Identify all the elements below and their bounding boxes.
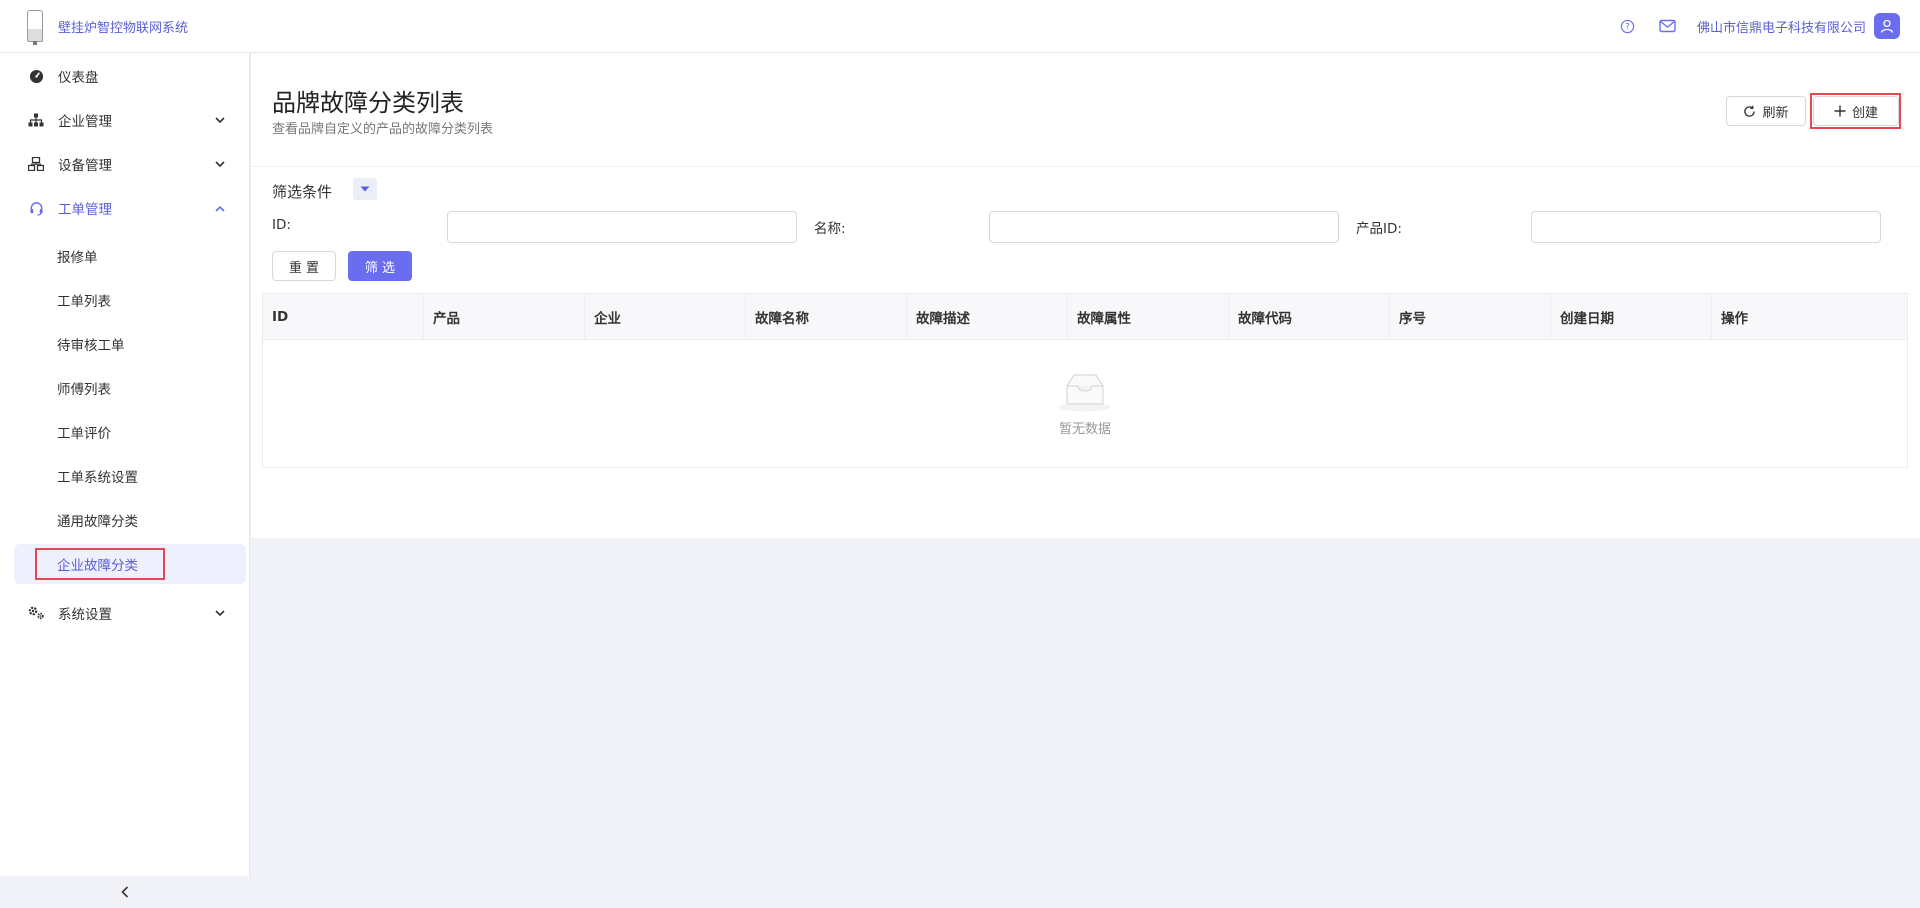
chevron-down-icon [212, 112, 228, 128]
reset-label: 重 置 [288, 260, 320, 276]
plus-icon [1834, 105, 1846, 117]
caret-down-icon [360, 186, 370, 192]
boiler-logo-icon [27, 10, 43, 45]
sidebar-subitem-technicians[interactable]: 师傅列表 [14, 368, 246, 408]
logo [20, 9, 50, 45]
filter-product-id-input[interactable] [1531, 211, 1881, 243]
empty-text: 暂无数据 [1058, 421, 1111, 437]
sidebar-subitem-label: 工单列表 [57, 294, 111, 310]
sidebar-item-label: 工单管理 [58, 202, 112, 218]
column-header-actions: 操作 [1721, 311, 1748, 327]
svg-text:?: ? [1626, 21, 1630, 31]
filter-toggle-button[interactable] [353, 178, 377, 200]
sidebar-item-dashboard[interactable]: 仪表盘 [0, 56, 250, 96]
sidebar-item-workorders[interactable]: 工单管理 [0, 188, 250, 228]
chevron-up-icon [212, 200, 228, 216]
sidebar-subitem-workorder-list[interactable]: 工单列表 [14, 280, 246, 320]
table-empty-state: 暂无数据 [263, 340, 1907, 468]
sidebar-subitem-reviews[interactable]: 工单评价 [14, 412, 246, 452]
top-header: 壁挂炉智控物联网系统 ? 佛山市信鼎电子科技有限公司 [0, 0, 1920, 53]
help-icon[interactable]: ? [1617, 15, 1639, 37]
dashboard-icon [27, 67, 45, 85]
settings-icon [27, 604, 45, 622]
user-avatar[interactable] [1874, 13, 1900, 39]
table-header: ID 产品 企业 故障名称 故障描述 故障属性 故障代码 序号 创建日期 操作 [263, 294, 1907, 340]
sidebar-subitem-workorder-settings[interactable]: 工单系统设置 [14, 456, 246, 496]
sidebar-subitem-label: 待审核工单 [57, 338, 125, 354]
refresh-label: 刷新 [1762, 105, 1789, 121]
sidebar-item-label: 仪表盘 [58, 70, 99, 86]
user-icon [1880, 19, 1894, 33]
sidebar-subitem-label: 企业故障分类 [57, 558, 138, 574]
column-header-product[interactable]: 产品 [424, 294, 585, 340]
chevron-down-icon [212, 156, 228, 172]
page-title: 品牌故障分类列表 [272, 89, 464, 117]
sidebar-subitem-label: 工单评价 [57, 426, 111, 442]
column-header-created-date[interactable]: 创建日期 [1551, 294, 1712, 340]
divider [251, 166, 1920, 167]
sidebar-subitem-label: 工单系统设置 [57, 470, 138, 486]
sidebar-item-label: 设备管理 [58, 158, 112, 174]
filter-product-id-label: 产品ID: [1356, 221, 1402, 237]
filter-name-input[interactable] [989, 211, 1339, 243]
empty-inbox-icon [1059, 373, 1111, 411]
sidebar-subitem-pending-review[interactable]: 待审核工单 [14, 324, 246, 364]
sidebar-item-system-settings[interactable]: 系统设置 [0, 593, 250, 633]
column-header-sequence[interactable]: 序号 [1390, 294, 1551, 340]
reset-button[interactable]: 重 置 [272, 251, 336, 281]
company-name[interactable]: 佛山市信鼎电子科技有限公司 [1697, 17, 1866, 36]
sidebar-item-label: 企业管理 [58, 114, 112, 130]
org-chart-icon [27, 111, 45, 129]
column-header-fault-code[interactable]: 故障代码 [1229, 294, 1390, 340]
chevron-left-icon [121, 886, 129, 898]
sidebar-subitem-label: 报修单 [57, 250, 98, 266]
app-title[interactable]: 壁挂炉智控物联网系统 [58, 17, 188, 36]
refresh-button[interactable]: 刷新 [1726, 96, 1806, 126]
mail-icon[interactable] [1657, 15, 1679, 37]
main-content: 品牌故障分类列表 查看品牌自定义的产品的故障分类列表 刷新 创建 筛选条件 ID… [251, 53, 1920, 538]
filter-id-label: ID: [272, 217, 291, 233]
headset-icon [27, 199, 45, 217]
column-header-fault-name[interactable]: 故障名称 [746, 294, 907, 340]
chevron-down-icon [212, 605, 228, 621]
column-header-fault-description[interactable]: 故障描述 [907, 294, 1068, 340]
sidebar-subitem-enterprise-fault-categories[interactable]: 企业故障分类 [14, 544, 246, 584]
sidebar-subitem-label: 通用故障分类 [57, 514, 138, 530]
filter-id-input[interactable] [447, 211, 797, 243]
create-label: 创建 [1851, 105, 1878, 121]
create-button[interactable]: 创建 [1813, 96, 1899, 126]
sidebar-item-label: 系统设置 [58, 607, 112, 623]
sidebar-subitem-label: 师傅列表 [57, 382, 111, 398]
filter-title: 筛选条件 [272, 183, 333, 201]
column-header-fault-attribute[interactable]: 故障属性 [1068, 294, 1229, 340]
filter-submit-button[interactable]: 筛 选 [348, 251, 412, 281]
sidebar-subitem-repair-orders[interactable]: 报修单 [14, 236, 246, 276]
fault-category-table: ID 产品 企业 故障名称 故障描述 故障属性 故障代码 序号 创建日期 操作 … [262, 293, 1908, 468]
column-header-id[interactable]: ID [263, 294, 424, 340]
filter-name-label: 名称: [814, 221, 846, 237]
page-subtitle: 查看品牌自定义的产品的故障分类列表 [272, 122, 494, 137]
devices-icon [27, 155, 45, 173]
column-header-enterprise[interactable]: 企业 [585, 294, 746, 340]
sidebar-item-devices[interactable]: 设备管理 [0, 144, 250, 184]
sidebar-collapse-button[interactable] [0, 876, 250, 908]
sidebar-item-enterprise[interactable]: 企业管理 [0, 100, 250, 140]
filter-submit-label: 筛 选 [364, 260, 396, 276]
sidebar: 仪表盘 企业管理 设备管理 工单管理 报修单 工单列表 待审核工单 师傅列表 工… [0, 53, 250, 908]
refresh-icon [1743, 105, 1756, 118]
sidebar-subitem-general-fault-categories[interactable]: 通用故障分类 [14, 500, 246, 540]
